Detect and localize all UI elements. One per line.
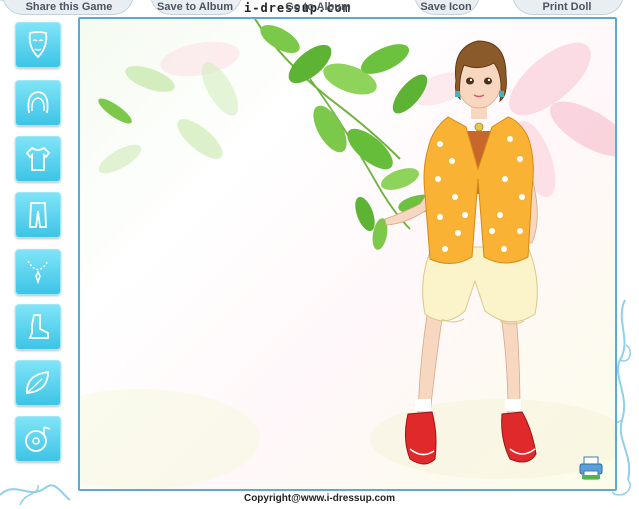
go-to-album-button[interactable]: Go to Album [284,0,352,15]
background-leaves [98,19,442,250]
mask-icon [28,31,48,59]
tops-category-button[interactable] [15,136,61,182]
face-category-button[interactable] [15,22,61,68]
dressup-stage [78,17,617,491]
bottoms-category-button[interactable] [15,192,61,238]
copyright-text: Copyright@www.i-dressup.com [243,493,396,504]
pants-icon [29,202,47,228]
jewelry-category-button[interactable] [15,249,61,295]
hair-category-button[interactable] [15,80,61,126]
top-toolbar: Share this Game Save to Album i-dressup.… [0,0,639,16]
music-disc-icon [25,426,51,452]
stage-scene [80,19,615,489]
shoes-category-button[interactable] [15,304,61,350]
music-category-button[interactable] [15,416,61,462]
boot-icon [28,314,49,339]
share-game-button[interactable]: Share this Game [10,0,128,15]
leaf-icon [26,370,49,394]
print-doll-button[interactable]: Print Doll [522,0,612,15]
save-icon-button[interactable]: Save Icon [414,0,478,15]
shirt-icon [25,146,51,171]
background-flowers [80,41,615,489]
printer-icon[interactable] [578,455,604,481]
save-to-album-button[interactable]: Save to Album [152,0,238,15]
background-category-button[interactable] [15,360,61,406]
necklace-pendant [474,122,484,132]
necklace-icon [27,260,49,285]
hair-icon [27,91,49,114]
